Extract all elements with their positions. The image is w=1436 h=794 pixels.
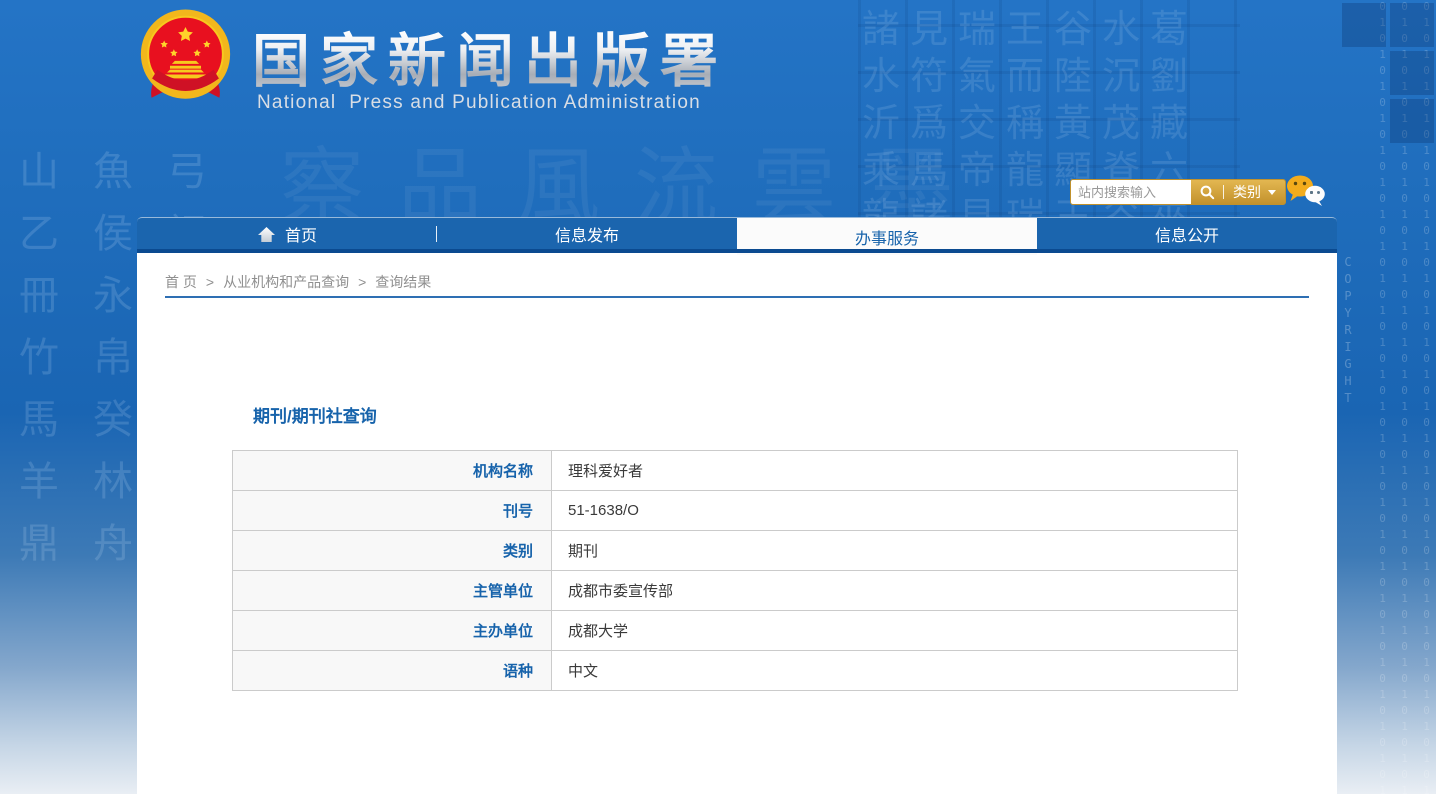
nav-item-label: 信息发布 xyxy=(555,222,619,246)
breadcrumb-current: 查询结果 xyxy=(375,272,431,292)
site-subtitle: National Press and Publication Administr… xyxy=(257,92,701,114)
nav-item-label: 信息公开 xyxy=(1155,222,1219,246)
row-value: 理科爱好者 xyxy=(552,451,1238,491)
table-row: 主办单位 成都大学 xyxy=(233,611,1238,651)
background-dark-tile xyxy=(1390,51,1434,95)
national-emblem-logo[interactable] xyxy=(137,7,234,109)
search-category-label: 类别 xyxy=(1233,182,1261,202)
background-binary-pattern: 0101010101010101010101010101010101010101… xyxy=(1376,0,1433,794)
background-copyright-watermark: COPYRIGHT xyxy=(1341,255,1355,408)
nav-bottom-strip xyxy=(137,249,1337,253)
breadcrumb-separator: > xyxy=(358,274,366,290)
row-label: 主管单位 xyxy=(233,571,552,611)
row-label: 刊号 xyxy=(233,491,552,531)
table-row: 类别 期刊 xyxy=(233,531,1238,571)
chevron-down-icon xyxy=(1268,190,1276,195)
row-label: 机构名称 xyxy=(233,451,552,491)
site-title: 国家新闻出版署 xyxy=(252,14,728,98)
table-row: 机构名称 理科爱好者 xyxy=(233,451,1238,491)
background-dark-tile xyxy=(1390,99,1434,143)
row-value: 中文 xyxy=(552,651,1238,691)
table-row: 语种 中文 xyxy=(233,651,1238,691)
row-label: 主办单位 xyxy=(233,611,552,651)
nav-item-home[interactable]: 首页 xyxy=(137,218,437,250)
page-title: 期刊/期刊社查询 xyxy=(253,402,377,427)
search-category-dropdown[interactable]: 类别 xyxy=(1224,180,1285,204)
breadcrumb-divider xyxy=(165,296,1309,298)
wechat-share-button[interactable] xyxy=(1285,173,1327,207)
national-emblem-icon xyxy=(137,7,234,109)
background-dark-tile xyxy=(1342,3,1386,47)
background-seal-characters: 諸見瑞王谷水葛水符氣而陸沉劉沂爲交稱黃茂藏乘馬帝龍顯脊六龍諸見瑞王谷來 xyxy=(858,0,1240,247)
content-panel: 首 页 > 从业机构和产品查询 > 查询结果 期刊/期刊社查询 机构名称 理科爱… xyxy=(137,253,1337,794)
home-icon xyxy=(257,226,276,243)
row-label: 类别 xyxy=(233,531,552,571)
search-input[interactable] xyxy=(1071,180,1191,204)
site-search: 类别 xyxy=(1070,179,1286,205)
journal-record-table: 机构名称 理科爱好者 刊号 51-1638/O 类别 期刊 主管单位 成都市委宣… xyxy=(232,450,1238,691)
search-button[interactable] xyxy=(1191,180,1223,204)
main-nav: 首页 信息发布 办事服务 信息公开 xyxy=(137,217,1337,250)
nav-item-label: 首页 xyxy=(285,222,317,246)
row-label: 语种 xyxy=(233,651,552,691)
row-value: 期刊 xyxy=(552,531,1238,571)
row-value: 成都市委宣传部 xyxy=(552,571,1238,611)
background-dark-tile xyxy=(1390,3,1434,47)
table-row: 主管单位 成都市委宣传部 xyxy=(233,571,1238,611)
nav-item-info-release[interactable]: 信息发布 xyxy=(437,218,737,250)
breadcrumb: 首 页 > 从业机构和产品查询 > 查询结果 xyxy=(165,272,431,292)
table-row: 刊号 51-1638/O xyxy=(233,491,1238,531)
nav-item-label: 办事服务 xyxy=(855,225,919,249)
breadcrumb-separator: > xyxy=(206,274,214,290)
row-value: 51-1638/O xyxy=(552,491,1238,531)
nav-item-info-disclosure[interactable]: 信息公开 xyxy=(1037,218,1337,250)
search-icon xyxy=(1199,184,1215,200)
wechat-icon xyxy=(1285,173,1327,207)
breadcrumb-query-link[interactable]: 从业机构和产品查询 xyxy=(223,272,349,292)
row-value: 成都大学 xyxy=(552,611,1238,651)
breadcrumb-home-link[interactable]: 首 页 xyxy=(165,272,197,292)
